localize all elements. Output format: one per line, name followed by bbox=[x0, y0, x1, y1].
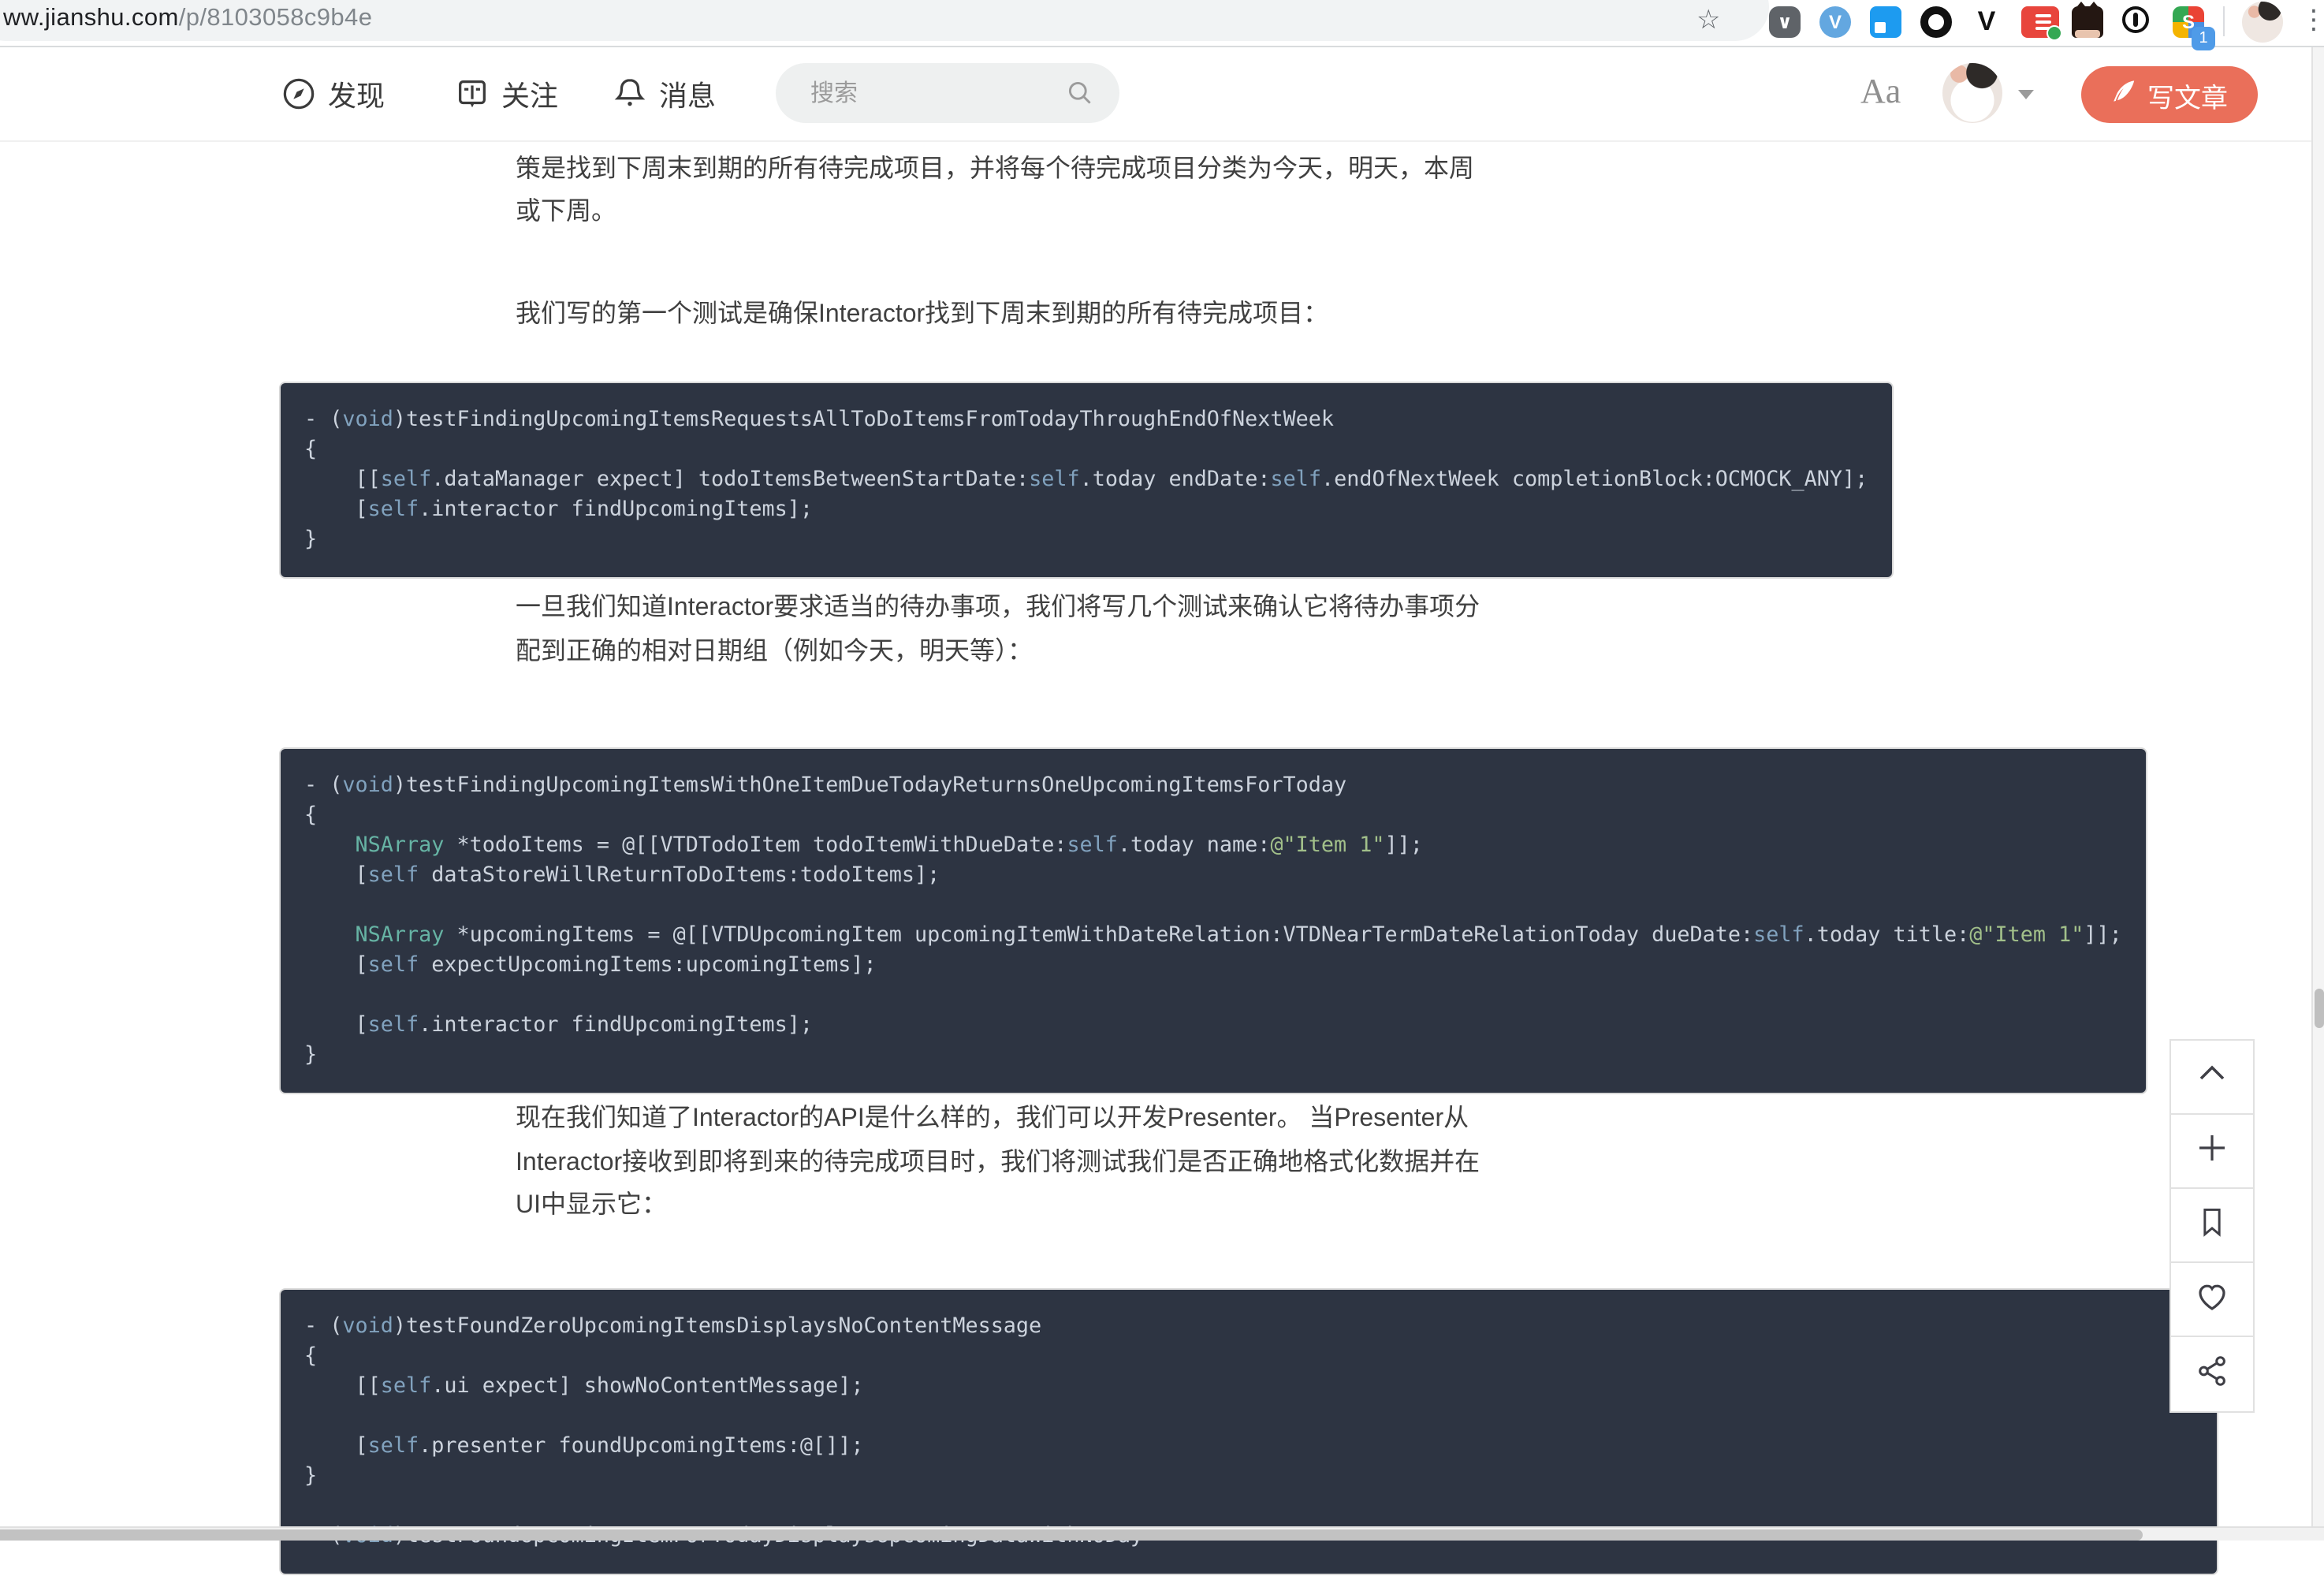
site-navbar: 发现 关注 消息 bbox=[0, 47, 2311, 142]
vertical-scrollbar-thumb[interactable] bbox=[2315, 989, 2324, 1028]
like-button[interactable] bbox=[2171, 1263, 2253, 1337]
nav-item-messages[interactable]: 消息 bbox=[612, 47, 716, 140]
extension-cat-icon[interactable] bbox=[2072, 6, 2103, 38]
browser-toolbar: ww.jianshu.com/p/8103058c9b4e ☆ ∨ V V S1… bbox=[0, 0, 2324, 47]
bookmark-star-icon[interactable]: ☆ bbox=[1696, 2, 1721, 39]
user-avatar[interactable] bbox=[1942, 63, 2002, 123]
url-path: /p/8103058c9b4e bbox=[179, 5, 373, 32]
vertical-scrollbar[interactable] bbox=[2311, 47, 2324, 1526]
extension-todo-list-icon[interactable] bbox=[2021, 6, 2053, 38]
heart-icon bbox=[2193, 1276, 2231, 1322]
extension-onepassword-icon[interactable] bbox=[2122, 6, 2154, 38]
article-paragraph: 我们写的第一个测试是确保Interactor找到下周末到期的所有待完成项目： bbox=[516, 293, 1525, 337]
search-input[interactable] bbox=[807, 78, 1050, 108]
bell-icon bbox=[612, 76, 648, 112]
follow-author-button[interactable] bbox=[2171, 1115, 2253, 1189]
chevron-up-icon bbox=[2193, 1054, 2231, 1100]
share-icon bbox=[2194, 1352, 2230, 1396]
plus-icon bbox=[2193, 1128, 2231, 1174]
share-button[interactable] bbox=[2171, 1337, 2253, 1411]
extension-s-grid-icon[interactable]: S1 bbox=[2173, 6, 2204, 38]
horizontal-scrollbar[interactable] bbox=[0, 1526, 2324, 1541]
extension-v-dot-icon[interactable]: V bbox=[1971, 6, 2002, 38]
article-side-toolbar bbox=[2169, 1039, 2255, 1413]
extension-pocket-icon[interactable]: ∨ bbox=[1769, 6, 1801, 38]
subscription-card-icon bbox=[454, 76, 490, 112]
article-paragraph: 现在我们知道了Interactor的API是什么样的，我们可以开发Present… bbox=[516, 1097, 1525, 1228]
write-article-label: 写文章 bbox=[2147, 75, 2228, 114]
code-block-interactor-test: - (void)testFindingUpcomingItemsRequests… bbox=[279, 382, 1893, 579]
article-paragraph: 一旦我们知道Interactor要求适当的待办事项，我们将写几个测试来确认它将待… bbox=[516, 587, 1525, 673]
compass-icon bbox=[281, 76, 317, 112]
page: 现的。我们将采用TDD的方式来开发我们的Interactor。它主要的业务逻辑决… bbox=[0, 0, 2324, 1539]
back-to-top-button[interactable] bbox=[2171, 1041, 2253, 1115]
extension-vimium-icon[interactable]: V bbox=[1819, 6, 1851, 38]
url-host: ww.jianshu.com bbox=[3, 5, 179, 32]
code-block-date-relation-test: - (void)testFindingUpcomingItemsWithOneI… bbox=[279, 748, 2147, 1095]
browser-profile-avatar[interactable] bbox=[2242, 2, 2283, 43]
search-icon[interactable] bbox=[1066, 79, 1094, 115]
extension-badge: 1 bbox=[2192, 27, 2215, 50]
nav-item-label: 消息 bbox=[659, 73, 716, 114]
search-box bbox=[776, 63, 1119, 123]
toolbar-divider bbox=[2223, 6, 2225, 36]
nav-item-follow[interactable]: 关注 bbox=[454, 47, 558, 140]
page-url[interactable]: ww.jianshu.com/p/8103058c9b4e bbox=[3, 5, 372, 33]
quill-icon bbox=[2111, 78, 2136, 111]
font-size-toggle[interactable]: Aa bbox=[1860, 71, 1901, 112]
chevron-down-icon[interactable] bbox=[2018, 90, 2034, 99]
nav-item-discover[interactable]: 发现 bbox=[281, 47, 385, 140]
bookmark-button[interactable] bbox=[2171, 1189, 2253, 1263]
extension-blue-tab-icon[interactable] bbox=[1870, 6, 1901, 38]
write-article-button[interactable]: 写文章 bbox=[2081, 66, 2258, 123]
nav-item-label: 关注 bbox=[501, 73, 558, 114]
nav-item-label: 发现 bbox=[328, 73, 385, 114]
extension-black-ring-icon[interactable] bbox=[1920, 6, 1952, 38]
browser-menu-icon[interactable]: ⋮ bbox=[2300, 0, 2324, 41]
bookmark-icon bbox=[2195, 1204, 2229, 1246]
